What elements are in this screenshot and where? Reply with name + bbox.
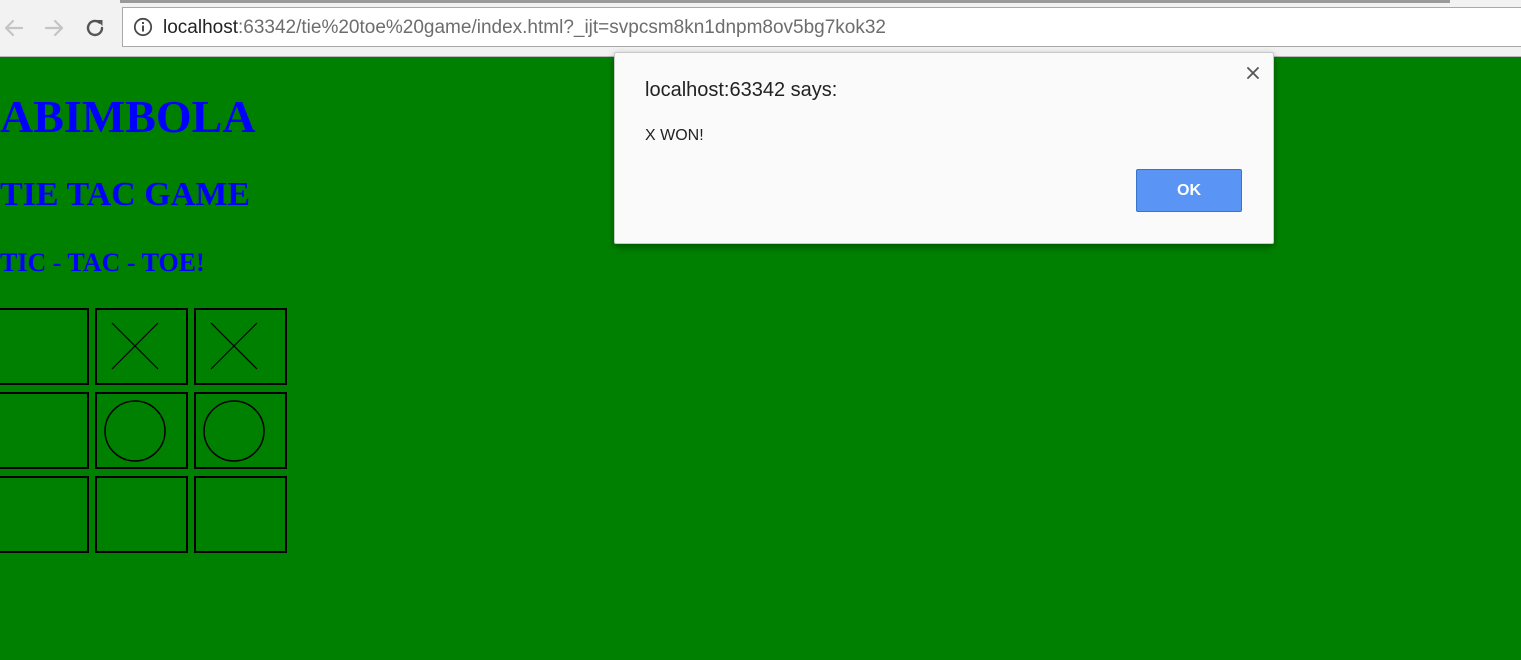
close-button[interactable] <box>1243 63 1263 83</box>
dialog-title: localhost:63342 says: <box>645 79 838 101</box>
reload-icon <box>86 19 104 37</box>
dialog-message: X WON! <box>645 127 704 144</box>
forward-button[interactable] <box>40 14 68 42</box>
board-cell[interactable] <box>95 392 188 469</box>
close-icon <box>1247 67 1259 79</box>
url-host: localhost <box>163 17 238 38</box>
reload-button[interactable] <box>81 14 109 42</box>
game-subtitle: TIC - TAC - TOE! <box>0 248 205 277</box>
o-circle <box>203 400 265 462</box>
o-mark <box>203 400 265 462</box>
info-icon[interactable] <box>133 17 153 37</box>
o-circle <box>104 400 166 462</box>
url-path: :63342/tie%20toe%20game/index.html?_ijt=… <box>238 17 887 38</box>
arrow-right-icon <box>44 19 64 37</box>
browser-toolbar: localhost:63342/tie%20toe%20game/index.h… <box>0 0 1521 57</box>
board-cell[interactable] <box>194 392 287 469</box>
ok-button[interactable]: OK <box>1136 169 1242 212</box>
board-cell[interactable] <box>0 476 89 553</box>
page-title: ABIMBOLA <box>0 91 256 142</box>
arrow-left-icon <box>4 19 24 37</box>
board-cell[interactable] <box>194 308 287 385</box>
x-mark <box>111 322 159 370</box>
back-button[interactable] <box>0 14 28 42</box>
board-cell[interactable] <box>0 308 89 385</box>
game-title: TIE TAC GAME <box>0 176 251 213</box>
board-cell[interactable] <box>0 392 89 469</box>
address-bar[interactable]: localhost:63342/tie%20toe%20game/index.h… <box>122 7 1521 47</box>
alert-dialog: localhost:63342 says: X WON! OK <box>614 52 1274 244</box>
board-cell[interactable] <box>194 476 287 553</box>
url-text[interactable]: localhost:63342/tie%20toe%20game/index.h… <box>163 17 886 39</box>
tab-strip-edge <box>120 0 1450 3</box>
x-mark <box>210 322 258 370</box>
o-mark <box>104 400 166 462</box>
board-cell[interactable] <box>95 476 188 553</box>
board-cell[interactable] <box>95 308 188 385</box>
